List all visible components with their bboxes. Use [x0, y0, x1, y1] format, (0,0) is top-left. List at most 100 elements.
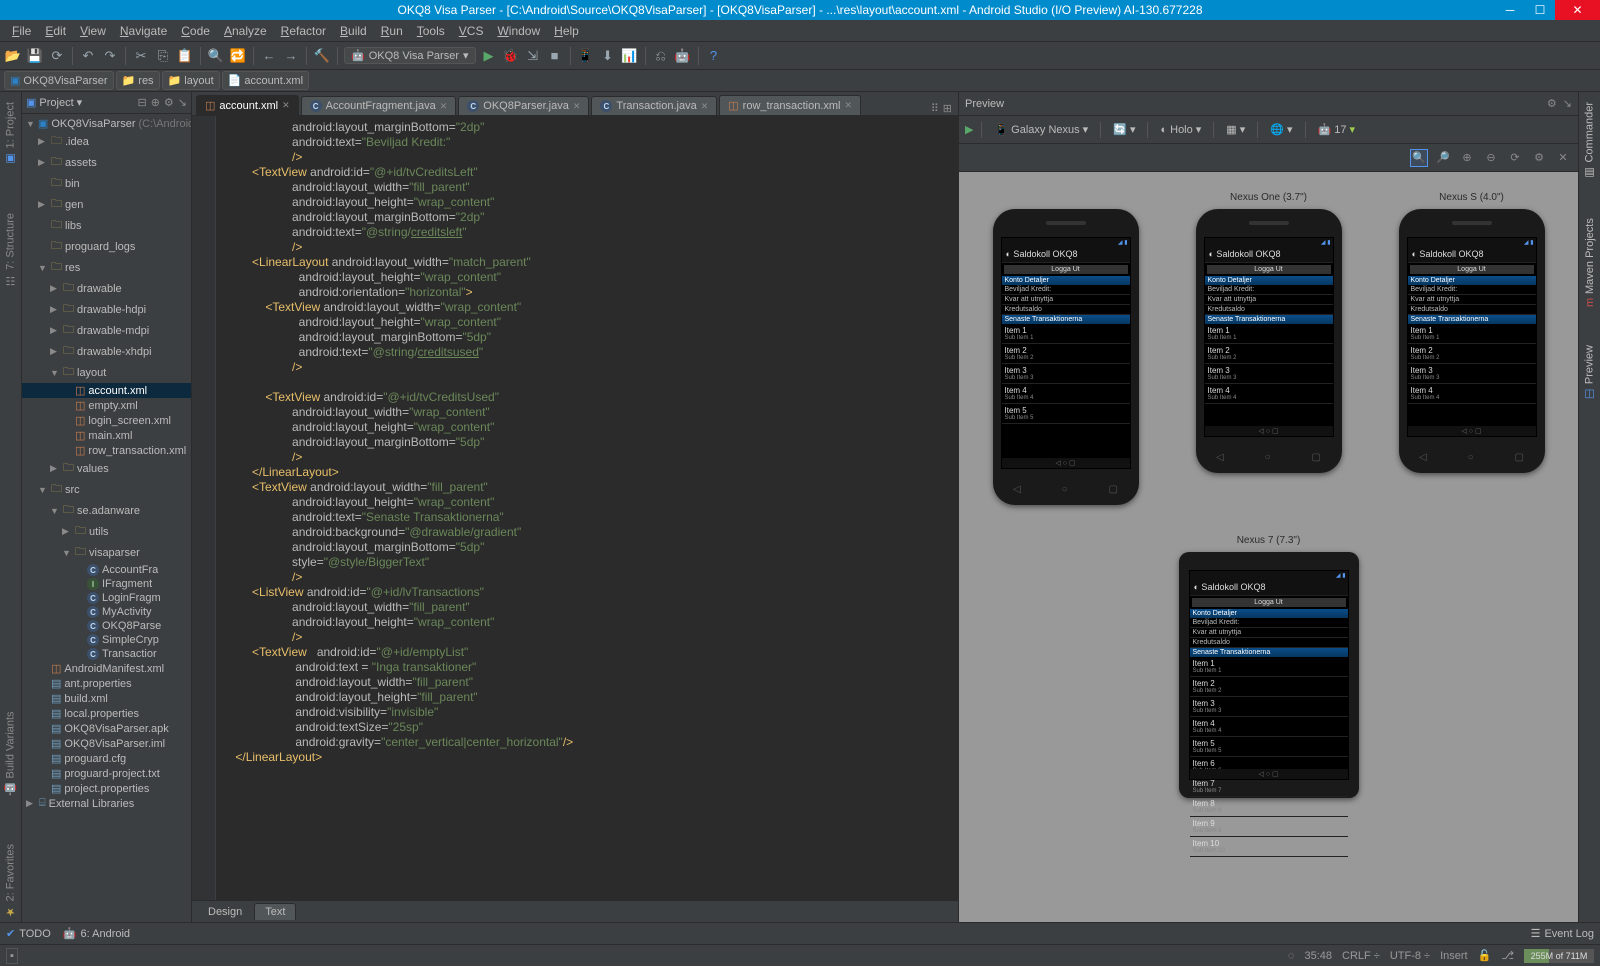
- status-icon[interactable]: ▪: [6, 948, 18, 964]
- tree-node[interactable]: ▤build.xml: [22, 691, 191, 706]
- tree-node[interactable]: ◫main.xml: [22, 428, 191, 443]
- tree-node[interactable]: ▶🗀values: [22, 458, 191, 479]
- tree-node[interactable]: ▼🗀se.adanware: [22, 500, 191, 521]
- tree-node[interactable]: ▼🗀visaparser: [22, 542, 191, 563]
- tree-node[interactable]: ▤proguard.cfg: [22, 751, 191, 766]
- tree-node[interactable]: ▼🗀src: [22, 479, 191, 500]
- find-icon[interactable]: 🔍: [207, 47, 225, 65]
- zoom-fit-icon[interactable]: 🔍: [1410, 149, 1428, 167]
- hide-icon[interactable]: ↘: [178, 96, 187, 109]
- save-icon[interactable]: 💾: [26, 47, 44, 65]
- split-icon[interactable]: ⊞: [943, 102, 952, 115]
- tree-node[interactable]: ▶🗀utils: [22, 521, 191, 542]
- tree-node[interactable]: ▶🗀drawable: [22, 278, 191, 299]
- menu-window[interactable]: Window: [491, 22, 546, 40]
- tool-tab-android[interactable]: 🤖6: Android: [63, 927, 130, 940]
- close-icon[interactable]: ✕: [573, 101, 581, 112]
- stop-icon[interactable]: ■: [546, 47, 564, 65]
- menu-analyze[interactable]: Analyze: [218, 22, 273, 40]
- help-icon[interactable]: ?: [705, 47, 723, 65]
- preview-canvas[interactable]: ◢ ▮◐ Saldokoll OKQ8Logga UtKonto Detalje…: [959, 172, 1578, 922]
- run-icon[interactable]: ▶: [480, 47, 498, 65]
- menu-tools[interactable]: Tools: [411, 22, 451, 40]
- menu-navigate[interactable]: Navigate: [114, 22, 173, 40]
- tab-design[interactable]: Design: [198, 904, 252, 920]
- undo-icon[interactable]: ↶: [79, 47, 97, 65]
- tree-node[interactable]: ▼🗀res: [22, 257, 191, 278]
- breadcrumb-item[interactable]: ▣OKQ8VisaParser: [4, 71, 114, 90]
- back-icon[interactable]: ←: [260, 47, 278, 65]
- tree-node[interactable]: 🗀proguard_logs: [22, 236, 191, 257]
- build-icon[interactable]: 🔨: [313, 47, 331, 65]
- menu-help[interactable]: Help: [548, 22, 585, 40]
- tree-node[interactable]: ▶🗀.idea: [22, 131, 191, 152]
- code-editor[interactable]: android:layout_marginBottom="2dp" androi…: [192, 116, 958, 900]
- sdk-icon[interactable]: ⬇: [599, 47, 617, 65]
- paste-icon[interactable]: 📋: [176, 47, 194, 65]
- menu-file[interactable]: File: [6, 22, 37, 40]
- tree-node[interactable]: CLoginFragm: [22, 591, 191, 605]
- forward-icon[interactable]: →: [282, 47, 300, 65]
- refresh-icon[interactable]: ⟳: [1506, 149, 1524, 167]
- tool-tab-favorites[interactable]: ★2: Favorites: [2, 840, 19, 922]
- event-log-button[interactable]: ☰ Event Log: [1531, 927, 1594, 940]
- tree-node[interactable]: CSimpleCryp: [22, 633, 191, 647]
- readonly-icon[interactable]: 🔓: [1478, 949, 1492, 962]
- tree-node[interactable]: ◫row_transaction.xml: [22, 443, 191, 458]
- zoom-in-icon[interactable]: ⊕: [1458, 149, 1476, 167]
- insert-mode[interactable]: Insert: [1440, 950, 1468, 962]
- breadcrumb-item[interactable]: 📁layout: [162, 71, 220, 90]
- tab-list-icon[interactable]: ⠿: [931, 102, 939, 115]
- tab-text[interactable]: Text: [254, 903, 296, 920]
- tree-node[interactable]: COKQ8Parse: [22, 619, 191, 633]
- attach-icon[interactable]: ⇲: [524, 47, 542, 65]
- menu-view[interactable]: View: [74, 22, 112, 40]
- orientation-selector[interactable]: 🔄 ▾: [1109, 122, 1139, 137]
- git-icon[interactable]: ⎇: [1501, 949, 1514, 962]
- locale-selector[interactable]: 🌐 ▾: [1266, 122, 1296, 137]
- debug-icon[interactable]: 🐞: [502, 47, 520, 65]
- tool-tab-commander[interactable]: ▤Commander: [1581, 98, 1598, 184]
- tree-node[interactable]: ▶⌸External Libraries: [22, 796, 191, 811]
- close-icon[interactable]: ✕: [845, 100, 853, 111]
- menu-refactor[interactable]: Refactor: [275, 22, 332, 40]
- tree-node[interactable]: 🗀bin: [22, 173, 191, 194]
- tree-node[interactable]: IIFragment: [22, 577, 191, 591]
- tree-node[interactable]: ▤OKQ8VisaParser.iml: [22, 736, 191, 751]
- tree-node[interactable]: ▤OKQ8VisaParser.apk: [22, 721, 191, 736]
- tree-node[interactable]: ◫login_screen.xml: [22, 413, 191, 428]
- tree-node[interactable]: ◫empty.xml: [22, 398, 191, 413]
- zoom-actual-icon[interactable]: 🔎: [1434, 149, 1452, 167]
- scroll-to-icon[interactable]: ⊕: [151, 96, 160, 109]
- api-selector[interactable]: 🤖 17 ▾: [1314, 122, 1359, 137]
- tree-node[interactable]: ▶🗀gen: [22, 194, 191, 215]
- tree-node[interactable]: ▤project.properties: [22, 781, 191, 796]
- chevron-down-icon[interactable]: ▾: [77, 96, 83, 109]
- breadcrumb-item[interactable]: 📁res: [116, 71, 160, 90]
- tool-tab-build-variants[interactable]: 🤖Build Variants: [2, 707, 19, 800]
- tool-tab-maven[interactable]: mMaven Projects: [1582, 214, 1598, 311]
- gear-icon[interactable]: ⚙: [1547, 97, 1557, 110]
- tool-tab-preview[interactable]: ◫Preview: [1581, 341, 1598, 405]
- tree-node[interactable]: ▤ant.properties: [22, 676, 191, 691]
- tree-node[interactable]: CTransactior: [22, 647, 191, 661]
- tree-node[interactable]: ▶🗀drawable-hdpi: [22, 299, 191, 320]
- menu-run[interactable]: Run: [375, 22, 409, 40]
- activity-selector[interactable]: ▦ ▾: [1222, 122, 1249, 137]
- menu-build[interactable]: Build: [334, 22, 373, 40]
- close-icon[interactable]: ✕: [701, 101, 709, 112]
- device-selector[interactable]: 📱 Galaxy Nexus ▾: [990, 122, 1092, 137]
- settings-icon[interactable]: ⚙: [1530, 149, 1548, 167]
- tree-node[interactable]: ▶🗀drawable-xhdpi: [22, 341, 191, 362]
- android-icon-2[interactable]: 🤖: [674, 47, 692, 65]
- tool-tab-todo[interactable]: ✔TODO: [6, 927, 51, 940]
- gear-icon[interactable]: ⚙: [164, 96, 174, 109]
- maximize-button[interactable]: ☐: [1525, 0, 1555, 20]
- tree-node[interactable]: ▤local.properties: [22, 706, 191, 721]
- tree-node[interactable]: ▤proguard-project.txt: [22, 766, 191, 781]
- close-icon[interactable]: ✕: [440, 101, 448, 112]
- tree-node[interactable]: ▶🗀assets: [22, 152, 191, 173]
- tree-node[interactable]: 🗀libs: [22, 215, 191, 236]
- tree-node[interactable]: ▶🗀drawable-mdpi: [22, 320, 191, 341]
- line-ending[interactable]: CRLF ÷: [1342, 950, 1380, 962]
